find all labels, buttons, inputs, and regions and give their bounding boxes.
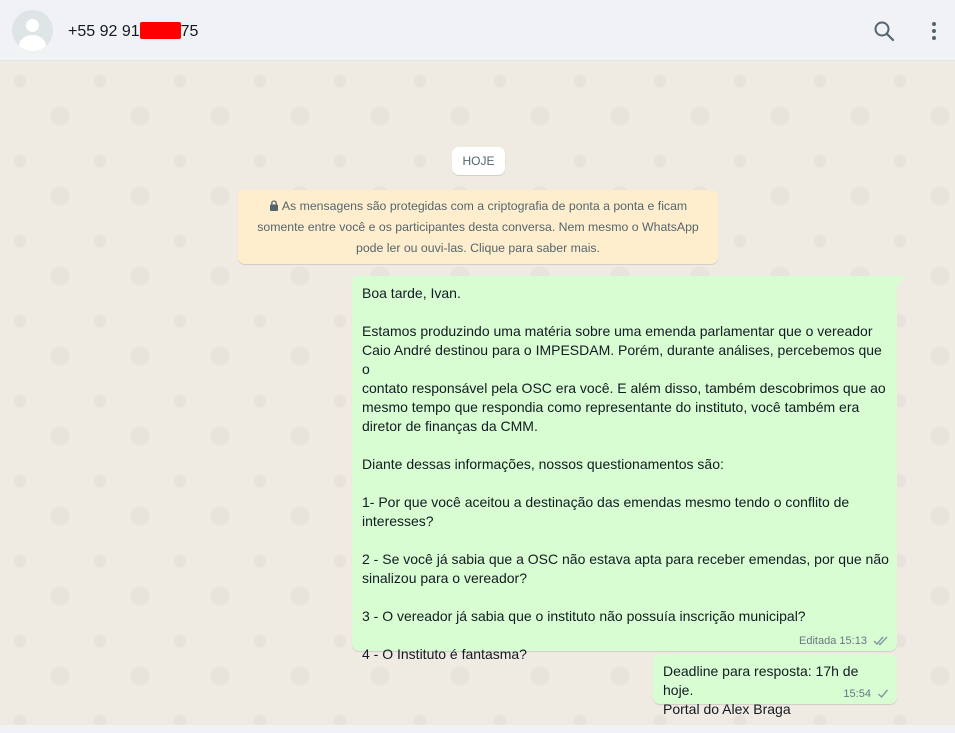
contact-name[interactable]: +55 92 91 75 [68,22,198,41]
date-separator: HOJE [452,147,505,175]
contact-number-suffix: 75 [180,23,199,40]
message-line: diretor de finanças da CMM. [362,418,538,434]
message-line: Diante dessas informações, nossos questi… [362,456,724,472]
message-line: Caio André destinou para o IMPESDAM. Por… [362,342,886,377]
encryption-notice[interactable]: As mensagens são protegidas com a cripto… [238,190,718,264]
message-line: 1- Por que você aceitou a destinação das… [362,494,850,510]
outgoing-message-1[interactable]: Boa tarde, Ivan. Estamos produzindo uma … [352,276,905,662]
message-line [362,436,889,455]
message-line: interesses? [362,513,434,529]
search-icon[interactable] [872,19,896,43]
avatar-head-shape [26,19,39,32]
message-line: 2 - Se você já sabia que a OSC não estav… [362,551,889,567]
outgoing-message-2[interactable]: Deadline para resposta: 17h de hoje. Por… [653,654,897,717]
message-line: contato responsável pela OSC era você. E… [362,380,886,396]
message-time: 15:54 [843,688,871,700]
kebab-menu-icon[interactable] [922,19,946,43]
contact-avatar[interactable] [12,10,53,51]
double-check-icon [873,636,888,646]
composer-edge [0,725,955,733]
message-line [362,531,889,550]
encryption-notice-text: As mensagens são protegidas com a cripto… [257,199,699,255]
message-line [362,588,889,607]
message-meta: Editada 15:13 [799,635,889,647]
chat-header: +55 92 91 75 [0,0,955,61]
single-check-icon [878,689,889,699]
message-time: 15:13 [839,635,867,647]
message-line: Portal do Alex Braga [663,701,791,717]
message-line: Estamos produzindo uma matéria sobre uma… [362,323,873,339]
bubble-tail [897,276,905,286]
message-line [362,303,889,322]
message-line [362,474,889,493]
message-text: Boa tarde, Ivan. Estamos produzindo uma … [362,284,889,664]
message-line: Boa tarde, Ivan. [362,285,461,301]
lock-icon [269,200,278,211]
message-line: sinalizou para o vereador? [362,570,527,586]
edited-label: Editada [799,635,837,647]
avatar-body-shape [19,35,46,51]
contact-number-prefix: +55 92 91 [68,23,140,40]
message-line: 3 - O vereador já sabia que o instituto … [362,608,806,624]
redaction-mark [139,22,181,39]
message-line: mesmo tempo que respondia como represent… [362,399,860,415]
message-meta: 15:54 [843,688,889,700]
